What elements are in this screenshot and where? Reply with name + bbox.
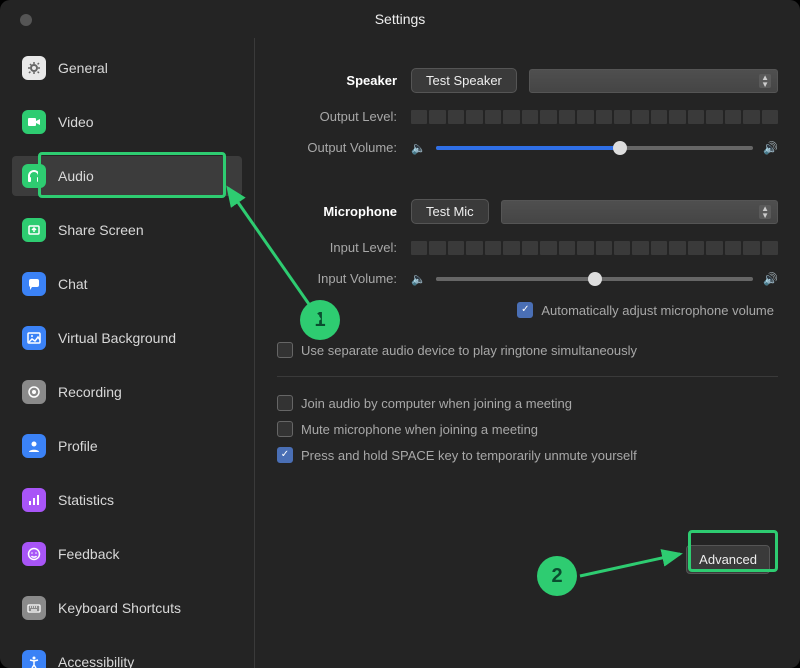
join-audio-checkbox[interactable] [277, 395, 293, 411]
mute-mic-row: Mute microphone when joining a meeting [277, 421, 778, 437]
titlebar: Settings [0, 0, 800, 38]
sidebar-item-label: Feedback [58, 546, 119, 562]
join-audio-label: Join audio by computer when joining a me… [301, 396, 572, 411]
gear-icon [22, 56, 46, 80]
volume-high-icon: 🔊 [763, 141, 778, 155]
output-level-row: Output Level: [277, 109, 778, 124]
share-icon [22, 218, 46, 242]
output-level-meter [411, 110, 778, 124]
speaker-heading: Speaker [277, 73, 411, 88]
window-title: Settings [375, 11, 426, 27]
volume-low-icon: 🔈 [411, 141, 426, 155]
content: General Video Audio Share Screen Chat Virtual… [0, 38, 800, 668]
image-icon [22, 326, 46, 350]
sidebar-item-recording[interactable]: Recording [12, 372, 242, 412]
close-dot-icon[interactable] [20, 14, 32, 26]
sidebar-item-general[interactable]: General [12, 48, 242, 88]
space-unmute-checkbox[interactable] [277, 447, 293, 463]
volume-low-icon: 🔈 [411, 272, 426, 286]
sidebar-item-virtual-background[interactable]: Virtual Background [12, 318, 242, 358]
sidebar-item-label: Virtual Background [58, 330, 176, 346]
sidebar-item-chat[interactable]: Chat [12, 264, 242, 304]
input-volume-slider[interactable] [436, 277, 753, 281]
chevron-updown-icon: ▲▼ [761, 205, 769, 219]
space-unmute-row: Press and hold SPACE key to temporarily … [277, 447, 778, 463]
sidebar-item-label: Audio [58, 168, 94, 184]
sidebar-item-profile[interactable]: Profile [12, 426, 242, 466]
test-speaker-button[interactable]: Test Speaker [411, 68, 517, 93]
sidebar-item-share-screen[interactable]: Share Screen [12, 210, 242, 250]
mic-heading: Microphone [277, 204, 411, 219]
input-level-meter [411, 241, 778, 255]
chat-icon [22, 272, 46, 296]
sidebar-item-accessibility[interactable]: Accessibility [12, 642, 242, 668]
separate-device-checkbox[interactable] [277, 342, 293, 358]
output-volume-row: Output Volume: 🔈 🔊 [277, 140, 778, 155]
output-level-label: Output Level: [277, 109, 411, 124]
sidebar-item-label: Share Screen [58, 222, 144, 238]
keyboard-icon [22, 596, 46, 620]
sidebar-item-feedback[interactable]: Feedback [12, 534, 242, 574]
input-level-label: Input Level: [277, 240, 411, 255]
mic-row: Microphone Test Mic ▲▼ [277, 199, 778, 224]
output-volume-label: Output Volume: [277, 140, 411, 155]
sidebar-item-label: Statistics [58, 492, 114, 508]
mic-device-dropdown[interactable]: ▲▼ [501, 200, 778, 224]
sidebar-item-label: Recording [58, 384, 122, 400]
input-level-row: Input Level: [277, 240, 778, 255]
record-icon [22, 380, 46, 404]
space-unmute-label: Press and hold SPACE key to temporarily … [301, 448, 637, 463]
auto-adjust-checkbox[interactable] [517, 302, 533, 318]
settings-window: Settings General Video Audio Share Screen Ch… [0, 0, 800, 668]
sidebar-item-statistics[interactable]: Statistics [12, 480, 242, 520]
auto-adjust-row: Automatically adjust microphone volume [397, 302, 778, 318]
join-audio-row: Join audio by computer when joining a me… [277, 395, 778, 411]
input-volume-label: Input Volume: [277, 271, 411, 286]
separate-device-label: Use separate audio device to play ringto… [301, 343, 637, 358]
section-divider [277, 376, 778, 377]
video-icon [22, 110, 46, 134]
headphones-icon [22, 164, 46, 188]
input-volume-row: Input Volume: 🔈 🔊 [277, 271, 778, 286]
sidebar-item-label: Video [58, 114, 94, 130]
test-mic-button[interactable]: Test Mic [411, 199, 489, 224]
chevron-updown-icon: ▲▼ [761, 74, 769, 88]
sidebar-item-label: Accessibility [58, 654, 134, 668]
output-volume-slider[interactable] [436, 146, 753, 150]
mute-mic-checkbox[interactable] [277, 421, 293, 437]
stats-icon [22, 488, 46, 512]
mute-mic-label: Mute microphone when joining a meeting [301, 422, 538, 437]
sidebar-item-audio[interactable]: Audio [12, 156, 242, 196]
person-icon [22, 434, 46, 458]
speaker-device-dropdown[interactable]: ▲▼ [529, 69, 778, 93]
main-panel: Speaker Test Speaker ▲▼ Output Level: Ou… [255, 38, 800, 668]
speaker-row: Speaker Test Speaker ▲▼ [277, 68, 778, 93]
sidebar-item-label: Keyboard Shortcuts [58, 600, 181, 616]
sidebar: General Video Audio Share Screen Chat Virtual… [0, 38, 254, 668]
volume-high-icon: 🔊 [763, 272, 778, 286]
window-controls[interactable] [20, 14, 32, 26]
auto-adjust-label: Automatically adjust microphone volume [541, 303, 774, 318]
sidebar-item-keyboard-shortcuts[interactable]: Keyboard Shortcuts [12, 588, 242, 628]
advanced-button[interactable]: Advanced [686, 545, 770, 574]
accessibility-icon [22, 650, 46, 668]
sidebar-item-video[interactable]: Video [12, 102, 242, 142]
sidebar-item-label: General [58, 60, 108, 76]
sidebar-item-label: Chat [58, 276, 88, 292]
sidebar-item-label: Profile [58, 438, 98, 454]
separate-device-row: Use separate audio device to play ringto… [277, 342, 778, 358]
smile-icon [22, 542, 46, 566]
